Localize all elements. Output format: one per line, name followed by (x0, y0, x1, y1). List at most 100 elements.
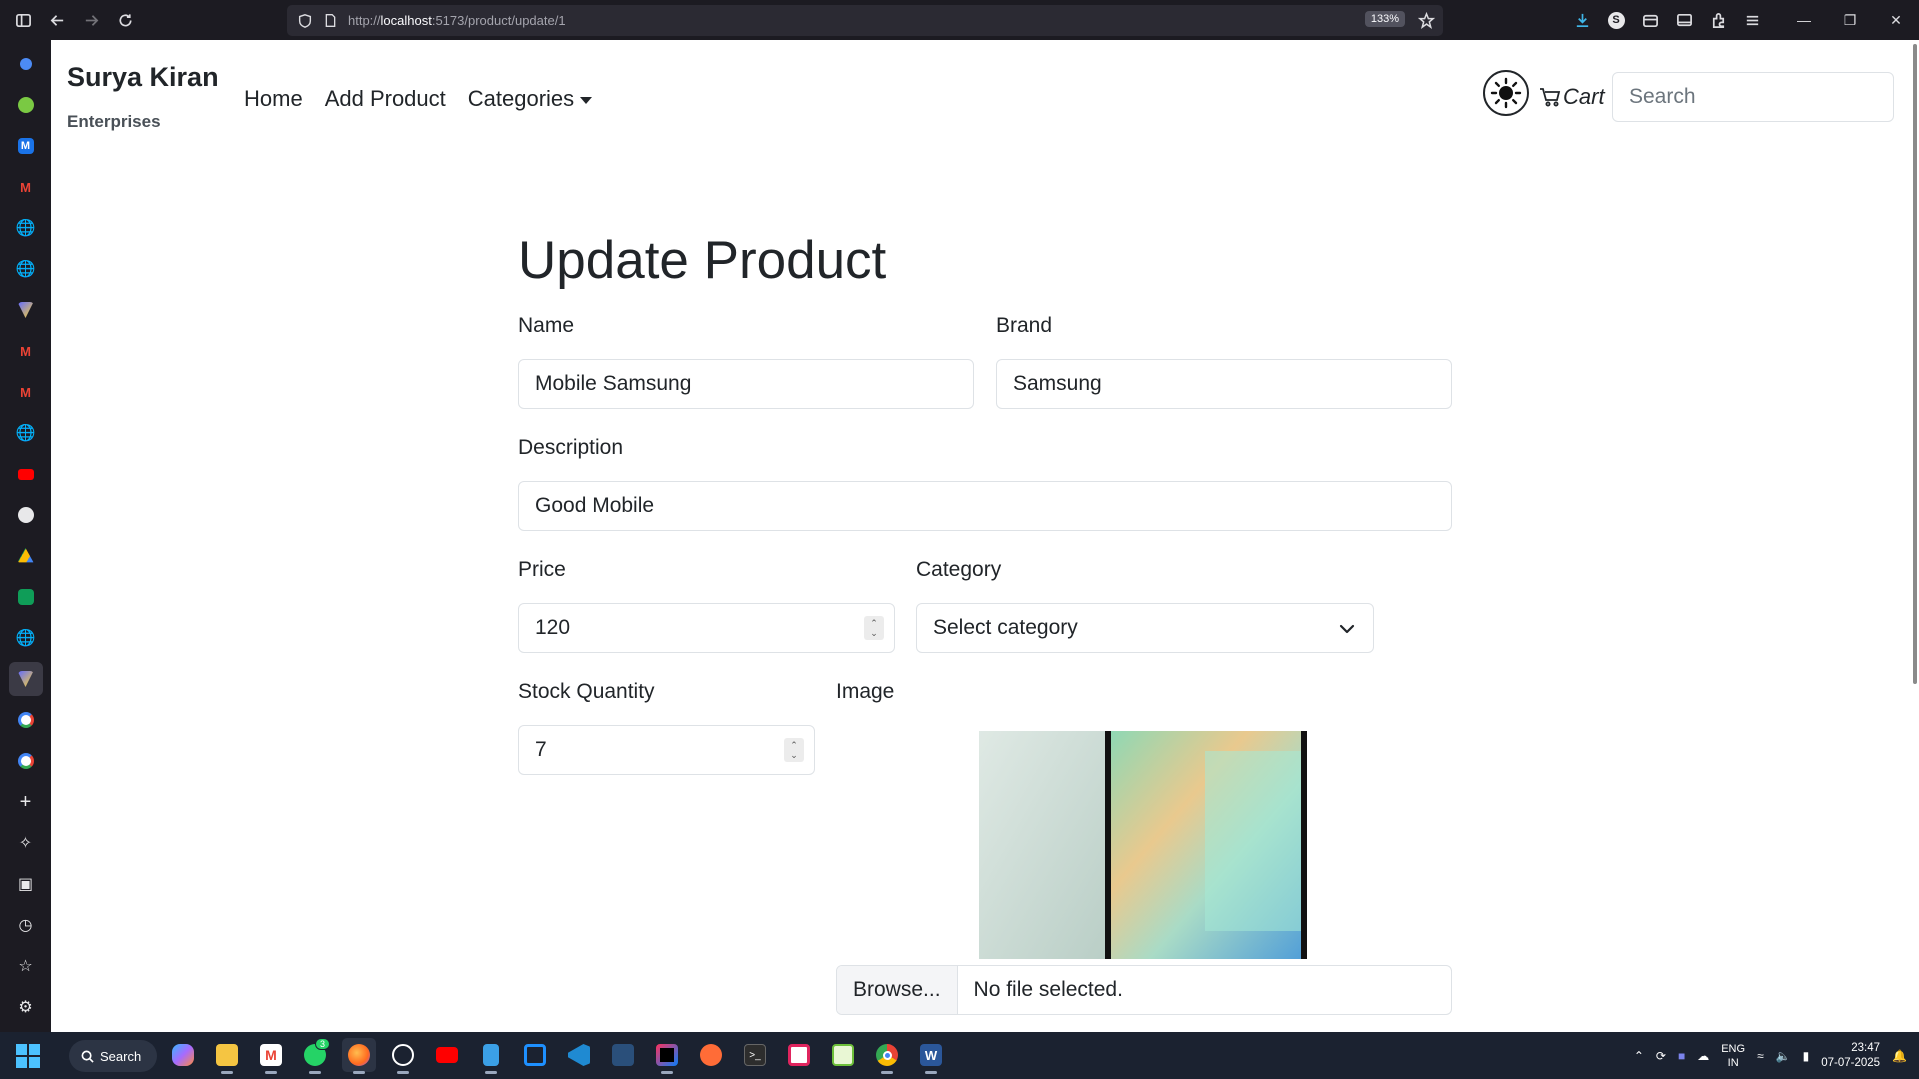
battery-icon[interactable]: ▮ (1803, 1049, 1810, 1063)
chrome-app-icon[interactable] (870, 1038, 904, 1074)
snipping-tool-app-icon[interactable] (782, 1038, 816, 1072)
account-avatar-icon[interactable]: S (1599, 3, 1633, 37)
shield-icon[interactable] (297, 13, 313, 29)
sidebar-globe-icon[interactable]: 🌐 (9, 211, 43, 245)
sidebar-vite-icon[interactable] (8, 662, 43, 696)
category-select[interactable]: Select category (916, 603, 1374, 653)
chevron-down-icon (1339, 624, 1355, 634)
scrollbar-thumb[interactable] (1913, 44, 1917, 684)
page-scrollbar[interactable] (1909, 40, 1919, 1032)
sidebar-globe-icon[interactable]: 🌐 (9, 252, 43, 286)
reload-button[interactable] (108, 3, 142, 37)
restore-button[interactable]: ❐ (1827, 0, 1873, 40)
region-code: IN (1727, 1056, 1739, 1069)
sidebar-github-icon[interactable] (9, 498, 43, 532)
sidebar-gmail-icon[interactable]: M (9, 375, 43, 409)
sidebar-m-icon[interactable]: M (9, 129, 43, 163)
screenshot-icon[interactable] (1667, 3, 1701, 37)
downloads-icon[interactable] (1565, 3, 1599, 37)
price-field[interactable]: 120 ⌃ ⌄ (518, 603, 895, 653)
notifications-icon[interactable]: 🔔 (1892, 1049, 1907, 1063)
notepad-app-icon[interactable] (474, 1038, 508, 1074)
teams-icon[interactable]: ■ (1678, 1049, 1685, 1063)
image-file-input[interactable]: Browse... No file selected. (836, 965, 1452, 1015)
virtual-box-app-icon[interactable] (518, 1038, 552, 1072)
sidebar-app-green-icon[interactable] (9, 88, 43, 122)
nav-add-product-link[interactable]: Add Product (325, 86, 446, 112)
onedrive-icon[interactable]: ☁ (1697, 1049, 1709, 1063)
description-field[interactable]: Good Mobile (518, 481, 1452, 531)
chevron-up-icon[interactable]: ⌃ (1634, 1049, 1644, 1063)
terminal-app-icon[interactable]: >_ (738, 1038, 772, 1072)
sidebar-history-icon[interactable]: ◷ (9, 908, 43, 942)
sidebar-youtube-icon[interactable] (9, 457, 43, 491)
brand-field[interactable]: Samsung (996, 359, 1452, 409)
file-status: No file selected. (973, 978, 1123, 1001)
clock[interactable]: 23:47 07-07-2025 (1821, 1041, 1880, 1071)
extensions-icon[interactable] (1701, 3, 1735, 37)
windows-start-icon[interactable] (16, 1044, 40, 1068)
sync-icon[interactable]: ⟳ (1656, 1049, 1666, 1063)
theme-toggle-button[interactable] (1483, 70, 1529, 116)
sidebar-sheets-icon[interactable] (9, 580, 43, 614)
copilot-app-icon[interactable] (166, 1038, 200, 1072)
sidebar-drive-icon[interactable] (9, 539, 43, 573)
close-window-button[interactable]: ✕ (1873, 0, 1919, 40)
stock-spinner[interactable]: ⌃ ⌄ (784, 738, 804, 762)
sidebar-google-icon[interactable] (9, 703, 43, 737)
wifi-icon[interactable]: ≈ (1757, 1049, 1764, 1063)
nav-home-link[interactable]: Home (244, 86, 303, 112)
sidebar-google-icon[interactable] (9, 744, 43, 778)
cart-link[interactable]: Cart (1539, 84, 1605, 110)
name-field[interactable]: Mobile Samsung (518, 359, 974, 409)
address-bar[interactable]: http://localhost:5173/product/update/1 1… (287, 5, 1443, 36)
spin-down-icon[interactable]: ⌄ (870, 628, 878, 638)
mysql-workbench-app-icon[interactable] (606, 1038, 640, 1072)
menu-icon[interactable] (1735, 3, 1769, 37)
intellij-app-icon[interactable] (650, 1038, 684, 1074)
sidebar-add-icon[interactable]: + (9, 785, 43, 819)
volume-icon[interactable]: 🔈 (1776, 1049, 1791, 1063)
spin-down-icon[interactable]: ⌄ (790, 750, 798, 760)
stock-field[interactable]: 7 ⌃ ⌄ (518, 725, 815, 775)
sidebar-toggle-icon[interactable] (6, 3, 40, 37)
containers-icon[interactable] (1633, 3, 1667, 37)
spin-up-icon[interactable]: ⌃ (790, 740, 798, 750)
language-indicator[interactable]: ENG IN (1721, 1042, 1745, 1070)
sidebar-gmail-icon[interactable]: M (9, 334, 43, 368)
sidebar-gmail-icon[interactable]: M (9, 170, 43, 204)
sidebar-synced-tabs-icon[interactable]: ▣ (9, 867, 43, 901)
forward-button[interactable] (74, 3, 108, 37)
word-app-icon[interactable]: W (914, 1038, 948, 1074)
sidebar-globe-icon[interactable]: 🌐 (9, 416, 43, 450)
category-selected-value: Select category (933, 616, 1078, 639)
sidebar-contacts-icon[interactable] (9, 47, 43, 81)
taskbar-search-button[interactable]: Search (69, 1040, 157, 1072)
vscode-app-icon[interactable] (562, 1038, 596, 1072)
whatsapp-app-icon[interactable]: 3 (298, 1038, 332, 1074)
zoom-level-badge[interactable]: 133% (1364, 11, 1405, 27)
file-explorer-app-icon[interactable] (210, 1038, 244, 1074)
sidebar-ai-chat-icon[interactable]: ✧ (9, 826, 43, 860)
sidebar-vite-icon[interactable] (9, 293, 43, 327)
search-input[interactable] (1612, 72, 1894, 122)
browse-button[interactable]: Browse... (837, 966, 958, 1014)
sidebar-bookmarks-icon[interactable]: ☆ (9, 949, 43, 983)
chatgpt-app-icon[interactable] (386, 1038, 420, 1074)
bookmark-star-icon[interactable] (1418, 12, 1435, 29)
url-text[interactable]: http://localhost:5173/product/update/1 (348, 13, 566, 28)
notes-app-icon[interactable] (826, 1038, 860, 1072)
lang-code: ENG (1721, 1042, 1746, 1055)
spin-up-icon[interactable]: ⌃ (870, 618, 878, 628)
back-button[interactable] (40, 3, 74, 37)
price-spinner[interactable]: ⌃ ⌄ (864, 616, 884, 640)
brand-title[interactable]: Surya Kiran (67, 62, 219, 93)
sidebar-settings-icon[interactable]: ⚙ (9, 990, 43, 1024)
gmail-app-icon[interactable]: M (254, 1038, 288, 1074)
postman-app-icon[interactable] (694, 1038, 728, 1072)
youtube-app-icon[interactable] (430, 1038, 464, 1072)
sidebar-globe-icon[interactable]: 🌐 (9, 621, 43, 655)
nav-categories-dropdown[interactable]: Categories (468, 86, 593, 112)
firefox-app-icon[interactable] (342, 1038, 376, 1074)
minimize-button[interactable]: — (1781, 0, 1827, 40)
